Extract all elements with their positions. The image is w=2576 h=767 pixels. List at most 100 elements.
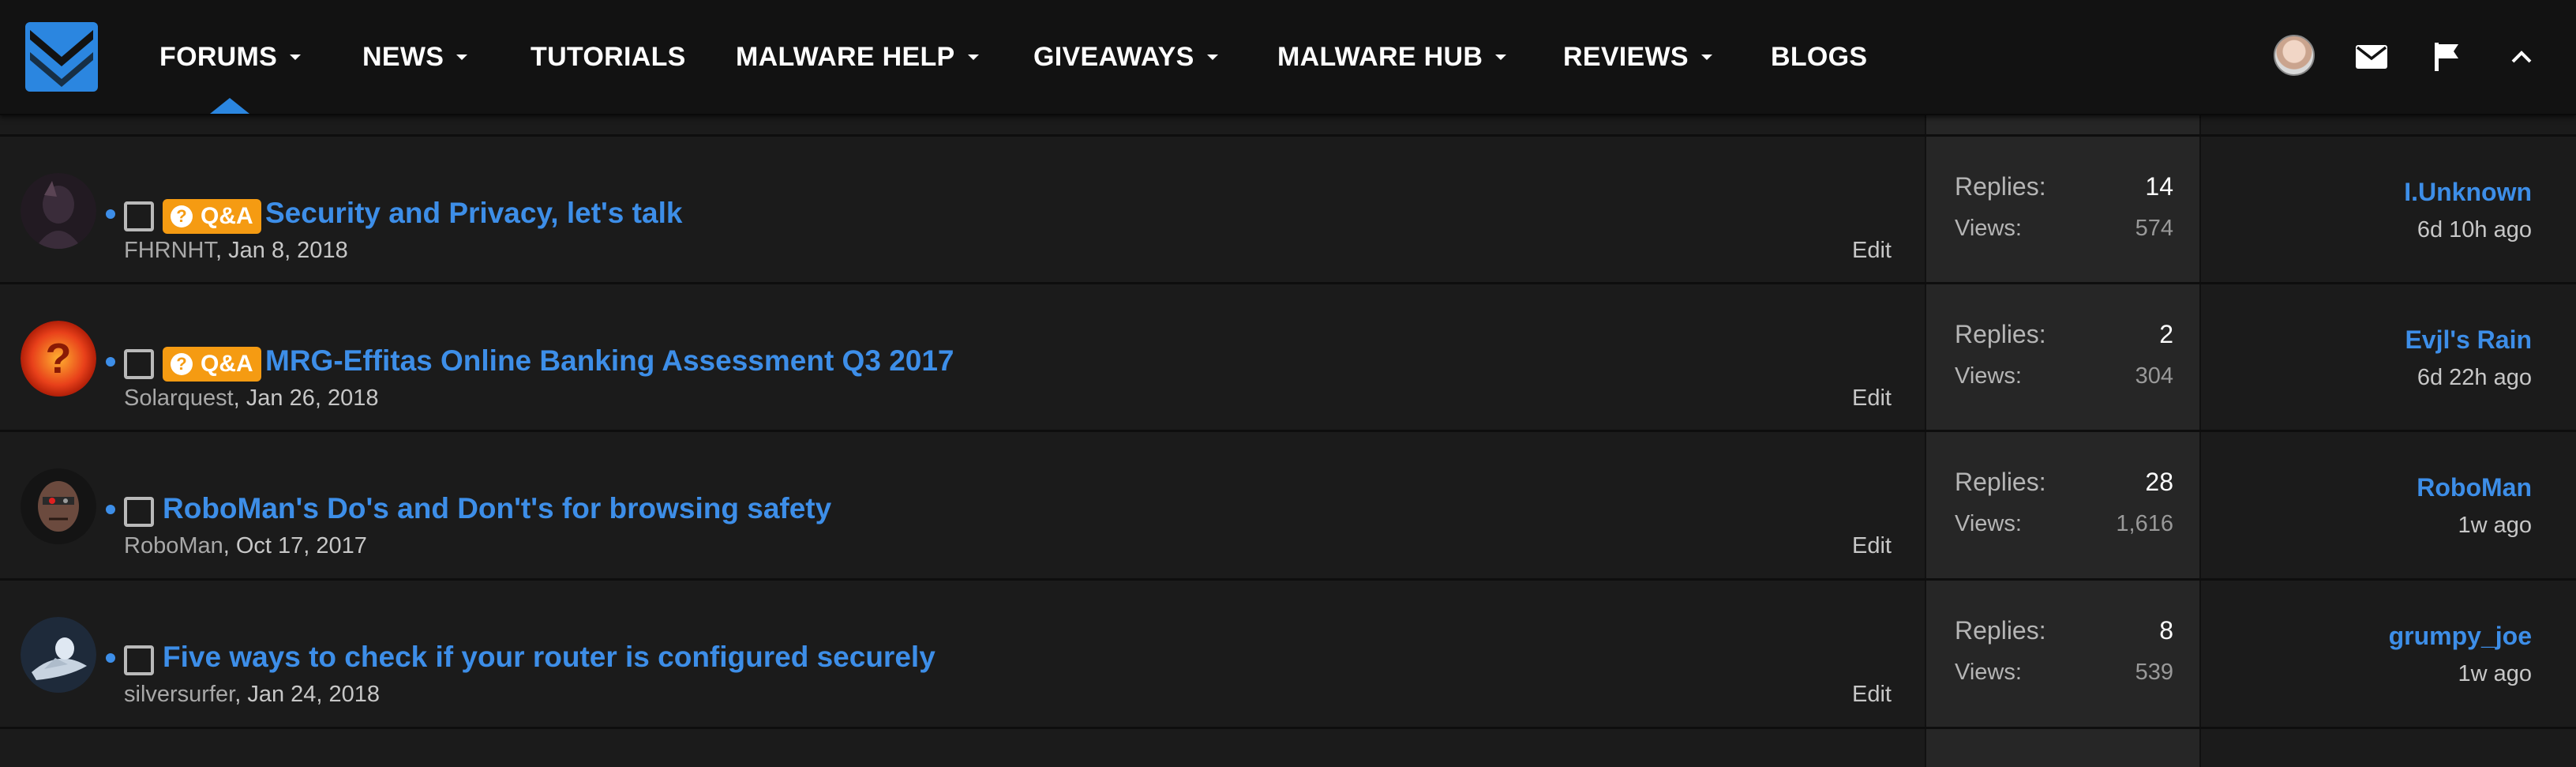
question-icon: ?	[171, 353, 193, 375]
nav-tutorials-label: TUTORIALS	[531, 41, 686, 72]
thread-date[interactable]: Jan 24, 2018	[247, 682, 380, 707]
views-label: Views:	[1955, 511, 2022, 536]
nav-malware-help[interactable]: MALWARE HELP	[736, 35, 979, 79]
table-row: Five ways to check if your router is con…	[0, 581, 2576, 726]
chevron-up-icon	[2511, 51, 2532, 63]
views-count: 539	[2135, 660, 2173, 685]
replies-count: 2	[2159, 320, 2173, 348]
thread-meta: Solarquest, Jan 26, 2018	[124, 385, 379, 411]
replies-count: 28	[2145, 468, 2173, 496]
avatar[interactable]	[21, 468, 96, 544]
caret-down-icon	[456, 54, 468, 60]
caret-down-icon	[1700, 54, 1712, 60]
last-post-time[interactable]: 1w ago	[2458, 661, 2532, 687]
qa-badge-label: Q&A	[201, 203, 253, 229]
views-label: Views:	[1955, 363, 2022, 389]
qa-badge-label: Q&A	[201, 351, 253, 377]
nav-blogs[interactable]: BLOGS	[1771, 35, 1867, 79]
nav-forums-label: FORUMS	[159, 41, 278, 72]
table-row: ? ? Q&A MRG-Effitas Online Banking Asses…	[0, 284, 2576, 430]
unread-dot	[106, 357, 115, 367]
nav-reviews-label: REVIEWS	[1563, 41, 1689, 72]
table-row: ? Q&A Security and Privacy, let's talk F…	[0, 137, 2576, 282]
edit-link[interactable]: Edit	[1852, 238, 1892, 264]
replies-label: Replies:	[1955, 468, 2046, 496]
select-checkbox[interactable]	[124, 645, 154, 675]
select-checkbox[interactable]	[124, 349, 154, 379]
last-poster-link[interactable]: grumpy_joe	[2389, 622, 2532, 651]
nav-news[interactable]: NEWS	[362, 35, 468, 79]
top-navbar: FORUMS NEWS TUTORIALS MALWARE HELP GIVEA…	[0, 0, 2576, 115]
last-post-time[interactable]: 6d 10h ago	[2417, 217, 2532, 243]
views-label: Views:	[1955, 216, 2022, 241]
caret-down-icon	[1206, 54, 1218, 60]
nav-reviews[interactable]: REVIEWS	[1563, 35, 1712, 79]
row-divider	[0, 727, 2576, 729]
thread-author-link[interactable]: silversurfer	[124, 682, 234, 707]
nav-malware-hub[interactable]: MALWARE HUB	[1277, 35, 1507, 79]
last-poster-link[interactable]: RoboMan	[2417, 473, 2532, 502]
alerts-button[interactable]	[2425, 35, 2469, 79]
nav-news-label: NEWS	[362, 41, 444, 72]
thread-date[interactable]: Oct 17, 2017	[236, 533, 367, 558]
thread-author-link[interactable]: Solarquest	[124, 385, 234, 411]
select-checkbox[interactable]	[124, 497, 154, 527]
nav-tutorials[interactable]: TUTORIALS	[531, 35, 686, 79]
replies-label: Replies:	[1955, 172, 2046, 201]
views-count: 304	[2135, 363, 2173, 389]
nav-forums[interactable]: FORUMS	[159, 35, 302, 79]
thread-title-link[interactable]: MRG-Effitas Online Banking Assessment Q3…	[265, 344, 954, 378]
views-count: 574	[2135, 216, 2173, 241]
avatar[interactable]	[21, 173, 96, 249]
thread-title-link[interactable]: RoboMan's Do's and Don't's for browsing …	[163, 492, 831, 525]
qa-badge[interactable]: ? Q&A	[163, 347, 261, 382]
views-label: Views:	[1955, 660, 2022, 685]
unread-dot	[106, 209, 115, 219]
replies-count: 14	[2145, 172, 2173, 201]
last-poster-link[interactable]: Evjl's Rain	[2405, 325, 2532, 355]
avatar[interactable]: ?	[21, 321, 96, 397]
thread-meta: FHRNHT, Jan 8, 2018	[124, 238, 348, 263]
thread-title-link[interactable]: Five ways to check if your router is con…	[163, 641, 936, 674]
envelope-icon	[2356, 45, 2387, 69]
nav-giveaways[interactable]: GIVEAWAYS	[1033, 35, 1218, 79]
nav-giveaways-label: GIVEAWAYS	[1033, 41, 1194, 72]
thread-date[interactable]: Jan 26, 2018	[246, 385, 379, 411]
last-post-time[interactable]: 1w ago	[2458, 513, 2532, 539]
active-nav-indicator	[210, 98, 249, 114]
caret-down-icon	[290, 54, 302, 60]
site-logo-icon[interactable]	[25, 22, 98, 92]
thread-title-link[interactable]: Security and Privacy, let's talk	[265, 197, 682, 230]
unread-dot	[106, 505, 115, 514]
avatar[interactable]	[21, 617, 96, 693]
thread-meta: silversurfer, Jan 24, 2018	[124, 682, 381, 707]
edit-link[interactable]: Edit	[1852, 682, 1892, 708]
views-count: 1,616	[2116, 511, 2173, 536]
nav-malware-hub-label: MALWARE HUB	[1277, 41, 1483, 72]
question-icon: ?	[171, 205, 193, 227]
table-row: RoboMan's Do's and Don't's for browsing …	[0, 432, 2576, 577]
replies-label: Replies:	[1955, 616, 2046, 645]
caret-down-icon	[1495, 54, 1507, 60]
thread-author-link[interactable]: RoboMan	[124, 533, 223, 558]
edit-link[interactable]: Edit	[1852, 533, 1892, 559]
nav-blogs-label: BLOGS	[1771, 41, 1868, 72]
replies-count: 8	[2159, 616, 2173, 645]
thread-author-link[interactable]: FHRNHT	[124, 238, 216, 263]
last-post-time[interactable]: 6d 22h ago	[2417, 365, 2532, 391]
select-checkbox[interactable]	[124, 201, 154, 231]
qa-badge[interactable]: ? Q&A	[163, 199, 261, 234]
replies-label: Replies:	[1955, 320, 2046, 348]
thread-meta: RoboMan, Oct 17, 2017	[124, 533, 367, 558]
nav-malware-help-label: MALWARE HELP	[736, 41, 955, 72]
unread-dot	[106, 653, 115, 663]
edit-link[interactable]: Edit	[1852, 385, 1892, 412]
caret-down-icon	[967, 54, 979, 60]
last-poster-link[interactable]: I.Unknown	[2404, 178, 2532, 207]
thread-date[interactable]: Jan 8, 2018	[228, 238, 348, 263]
user-avatar[interactable]	[2274, 35, 2315, 76]
inbox-button[interactable]	[2349, 35, 2394, 79]
flag-icon	[2435, 43, 2458, 71]
svg-text:?: ?	[46, 335, 72, 382]
collapse-button[interactable]	[2499, 35, 2544, 79]
